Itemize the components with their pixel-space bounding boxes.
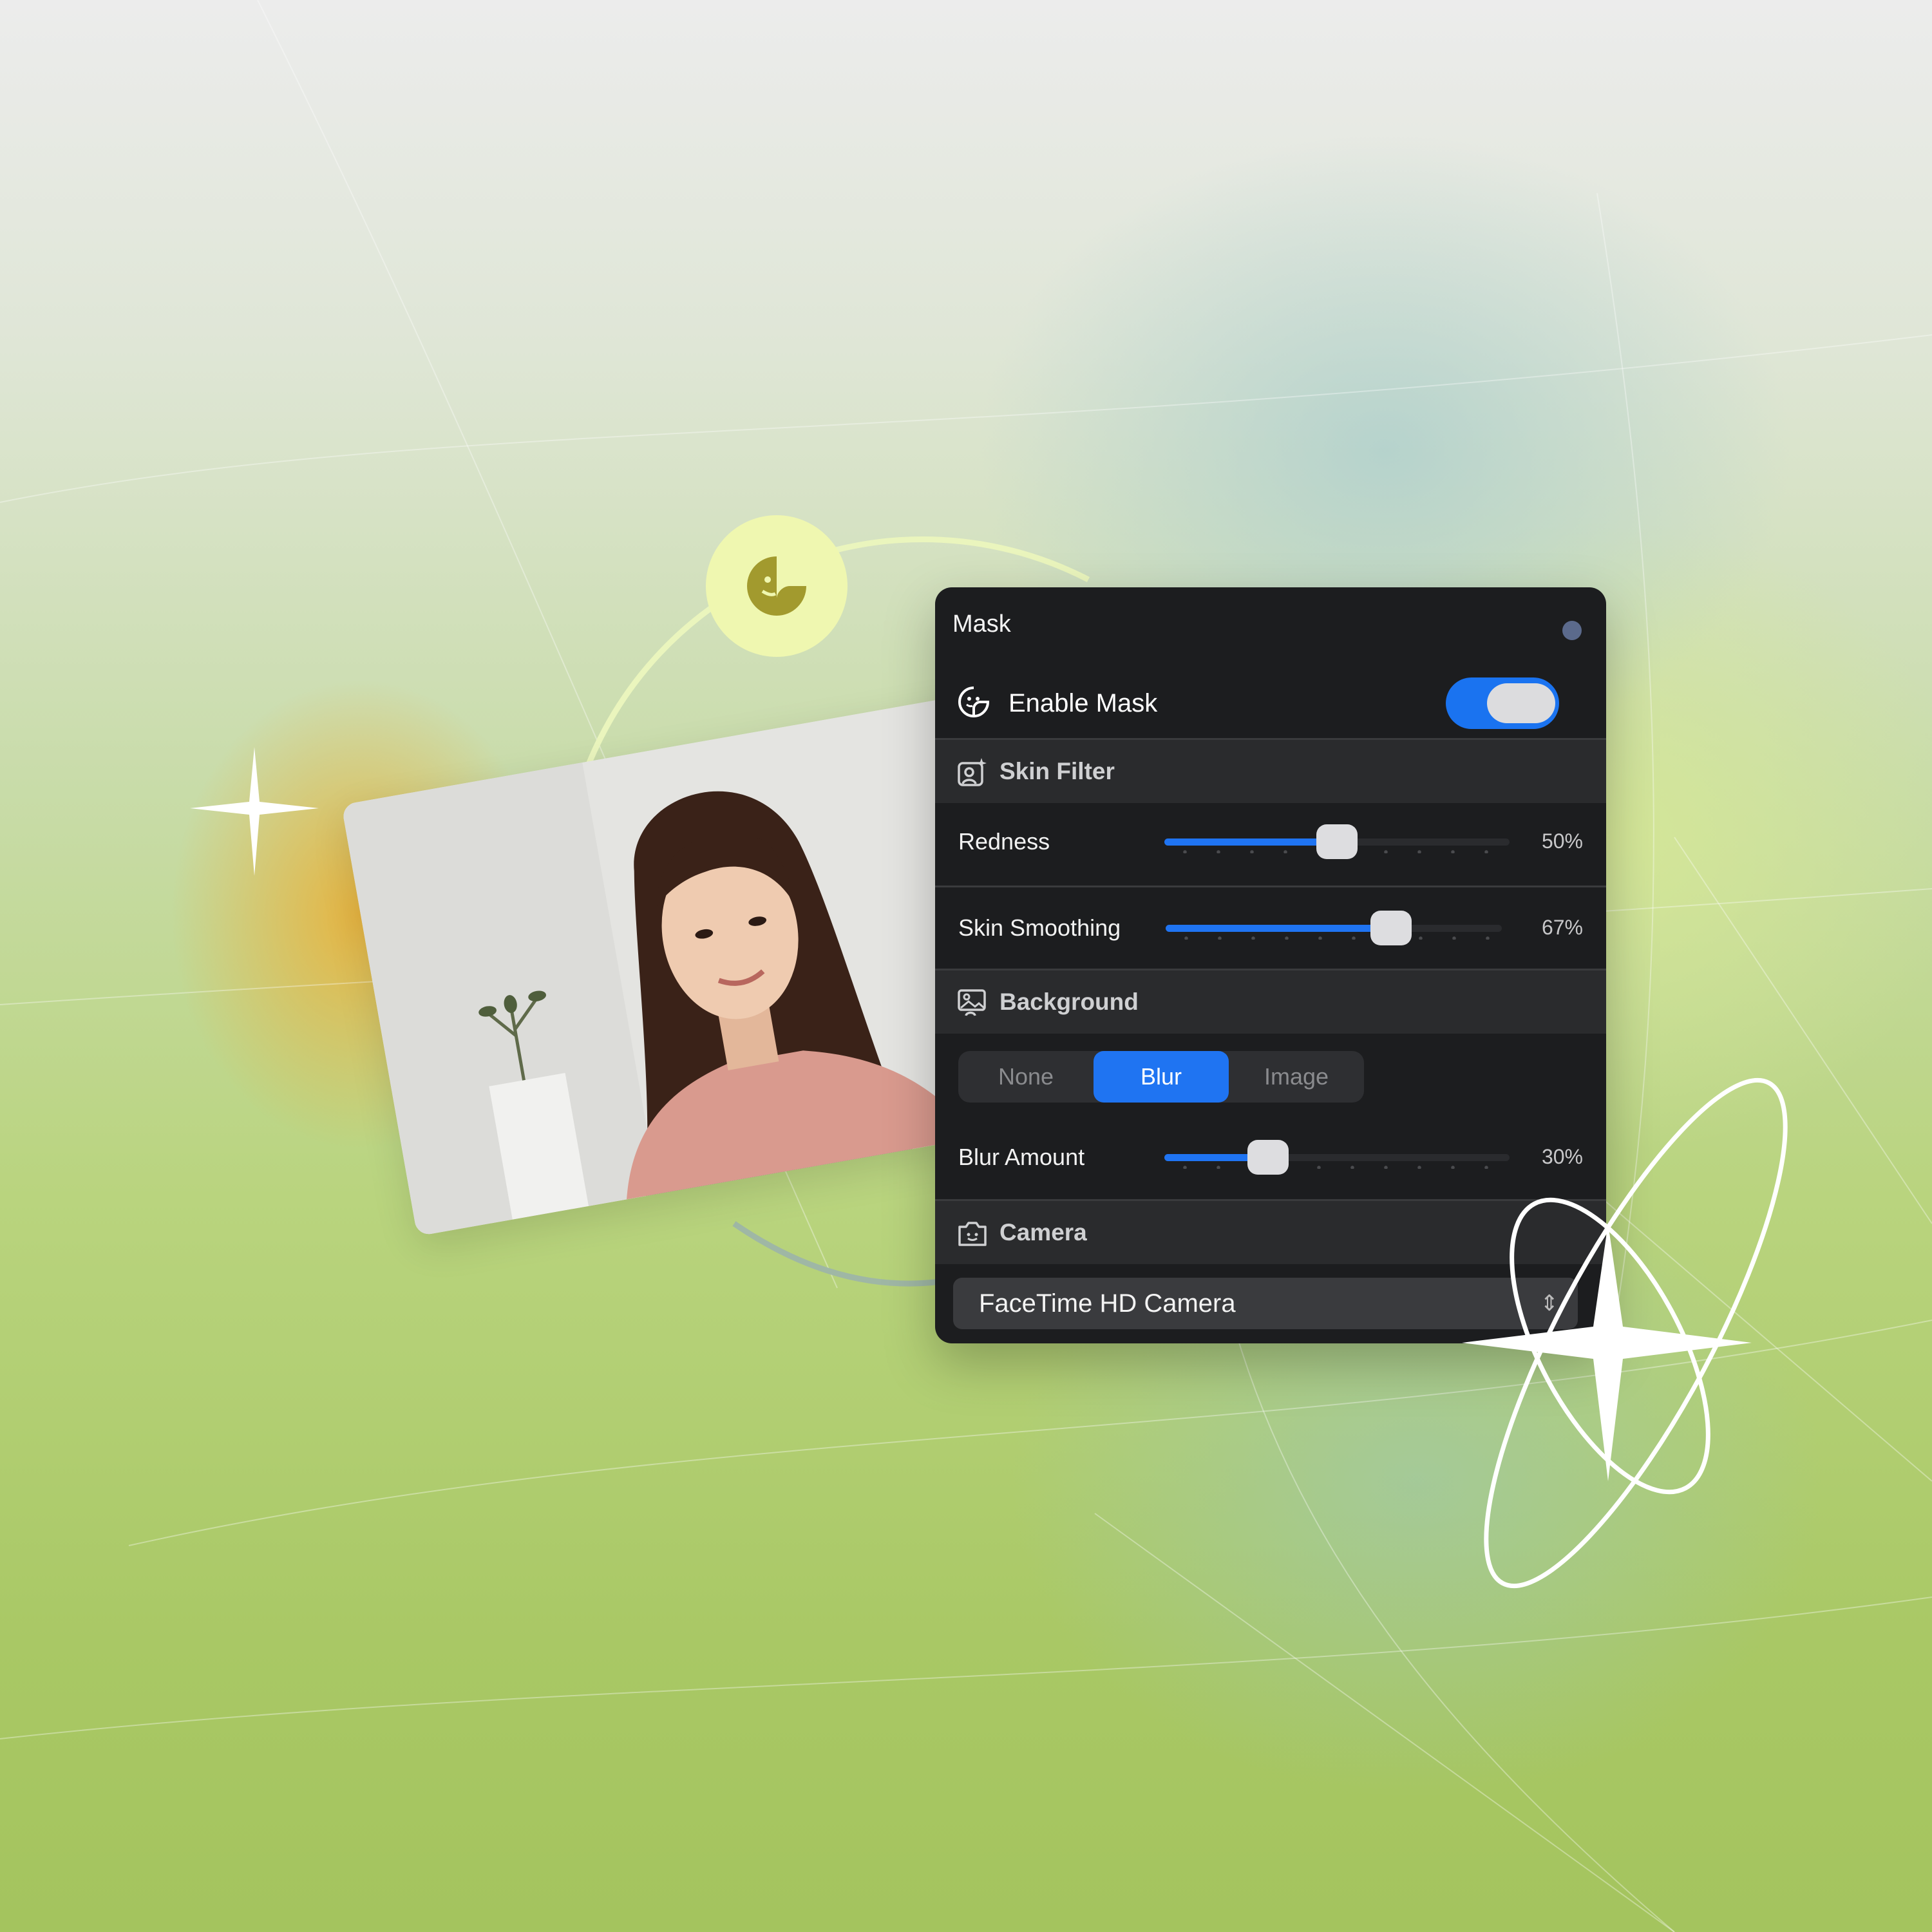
- skin-smoothing-slider-thumb[interactable]: [1370, 911, 1412, 945]
- camera-select[interactable]: FaceTime HD Camera ⇕: [953, 1278, 1578, 1329]
- camera-select-value: FaceTime HD Camera: [979, 1289, 1236, 1318]
- background-option-none[interactable]: None: [958, 1051, 1094, 1103]
- background-header: Background: [935, 969, 1606, 1034]
- background-option-blur[interactable]: Blur: [1094, 1051, 1229, 1103]
- background-mode-selector: None Blur Image: [958, 1051, 1364, 1103]
- redness-slider[interactable]: [1164, 801, 1510, 882]
- blur-amount-row: Blur Amount 30%: [935, 1117, 1606, 1198]
- redness-slider-thumb[interactable]: [1316, 824, 1358, 859]
- camera-icon: [958, 1222, 987, 1246]
- skin-filter-header: Skin Filter: [935, 738, 1606, 803]
- skin-smoothing-row: Skin Smoothing 67%: [935, 887, 1606, 969]
- skin-smoothing-value: 67%: [1541, 916, 1583, 939]
- camera-heading: Camera: [999, 1219, 1087, 1245]
- toggle-knob: [1487, 683, 1555, 723]
- skin-filter-icon: [958, 758, 987, 786]
- status-indicator: [1562, 621, 1582, 640]
- chevron-updown-icon: ⇕: [1540, 1291, 1559, 1316]
- panel-title: Mask: [952, 611, 1011, 638]
- blur-amount-value: 30%: [1541, 1145, 1583, 1168]
- blur-amount-slider[interactable]: [1164, 1117, 1510, 1198]
- background-heading: Background: [999, 989, 1139, 1015]
- skin-filter-heading: Skin Filter: [999, 758, 1115, 784]
- mask-feature-badge: [706, 515, 848, 657]
- skin-smoothing-label: Skin Smoothing: [958, 914, 1121, 941]
- redness-label: Redness: [958, 828, 1050, 855]
- enable-mask-row: Enable Mask: [935, 671, 1606, 735]
- blur-amount-slider-thumb[interactable]: [1247, 1140, 1289, 1175]
- background-option-image[interactable]: Image: [1229, 1051, 1364, 1103]
- mask-icon: [747, 556, 806, 616]
- enable-mask-label: Enable Mask: [1009, 689, 1158, 717]
- background-icon: [958, 989, 986, 1016]
- skin-smoothing-slider[interactable]: [1166, 887, 1502, 969]
- redness-row: Redness 50%: [935, 801, 1606, 882]
- blur-amount-label: Blur Amount: [958, 1144, 1085, 1170]
- mask-icon: [958, 687, 990, 717]
- camera-header: Camera: [935, 1199, 1606, 1264]
- enable-mask-toggle[interactable]: [1446, 677, 1559, 729]
- sparkle-icon: [190, 747, 319, 876]
- mask-settings-panel: Mask Enable Mask Skin Filter Redness 50%: [935, 587, 1606, 1343]
- redness-value: 50%: [1541, 829, 1583, 853]
